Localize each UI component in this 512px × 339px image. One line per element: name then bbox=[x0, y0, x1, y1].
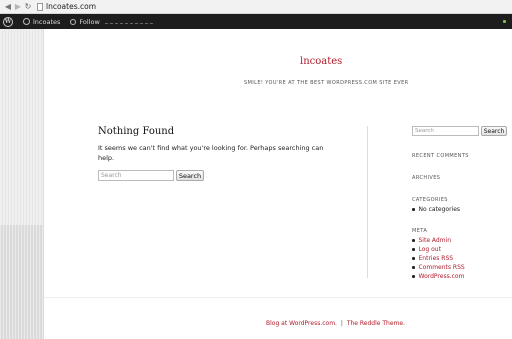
sidebar-search-input[interactable]: Search bbox=[412, 126, 479, 136]
globe-icon bbox=[23, 18, 30, 25]
meta-link-comments-rss[interactable]: Comments RSS bbox=[412, 263, 465, 272]
main-search-input[interactable]: Search bbox=[98, 170, 174, 181]
main-search-form: Search Search bbox=[98, 170, 204, 181]
browser-toolbar: ◀ ▶ ↻ lncoates.com bbox=[0, 0, 512, 14]
main-search-placeholder: Search bbox=[101, 172, 122, 179]
bullet-icon bbox=[412, 239, 415, 242]
left-background-panel bbox=[0, 29, 44, 339]
forward-arrow-icon[interactable]: ▶ bbox=[13, 1, 23, 13]
status-indicator bbox=[503, 20, 506, 23]
category-item: No categories bbox=[412, 205, 460, 214]
meta-link-label[interactable]: WordPress.com bbox=[419, 272, 465, 281]
sidebar-search-placeholder: Search bbox=[415, 128, 434, 134]
adminbar-decoration bbox=[104, 22, 153, 24]
meta-link-label[interactable]: Comments RSS bbox=[419, 263, 465, 272]
site-footer: Blog at WordPress.com. | The Reddle Them… bbox=[266, 320, 405, 327]
address-bar[interactable]: lncoates.com bbox=[37, 1, 96, 12]
adminbar-site-link[interactable]: lncoates bbox=[23, 18, 60, 26]
meta-link-label[interactable]: Log out bbox=[419, 245, 441, 254]
sidebar-search-button[interactable]: Search bbox=[481, 126, 507, 136]
meta-link-label[interactable]: Entries RSS bbox=[419, 254, 454, 263]
recent-comments-heading: RECENT COMMENTS bbox=[412, 153, 469, 159]
follow-button[interactable]: Follow bbox=[70, 17, 100, 26]
page-icon bbox=[37, 2, 43, 11]
main-search-button[interactable]: Search bbox=[176, 170, 204, 181]
follow-icon bbox=[70, 18, 77, 25]
footer-divider bbox=[44, 297, 512, 298]
bullet-icon bbox=[412, 266, 415, 269]
meta-link-log-out[interactable]: Log out bbox=[412, 245, 465, 254]
category-label: No categories bbox=[418, 206, 461, 213]
site-description: SMILE! YOU'RE AT THE BEST WORDPRESS.COM … bbox=[244, 80, 409, 86]
meta-link-entries-rss[interactable]: Entries RSS bbox=[412, 254, 465, 263]
wp-admin-bar: W lncoates Follow bbox=[0, 14, 512, 29]
categories-heading: CATEGORIES bbox=[412, 197, 448, 203]
not-found-message: It seems we can't find what you're looki… bbox=[98, 144, 324, 162]
left-panel-pattern bbox=[0, 225, 44, 339]
categories-list: No categories bbox=[412, 205, 460, 214]
footer-wordpress-link[interactable]: Blog at WordPress.com. bbox=[266, 320, 337, 327]
reload-icon[interactable]: ↻ bbox=[23, 1, 33, 13]
meta-links-list: Site Admin Log out Entries RSS Comments … bbox=[412, 236, 465, 281]
page-title: Nothing Found bbox=[98, 126, 175, 137]
meta-heading: META bbox=[412, 228, 428, 234]
follow-label: Follow bbox=[79, 17, 100, 26]
sidebar-search-form: Search Search bbox=[412, 126, 507, 136]
site-title[interactable]: lncoates bbox=[300, 56, 342, 67]
content-divider bbox=[367, 126, 368, 278]
url-text[interactable]: lncoates.com bbox=[46, 2, 96, 11]
wordpress-logo-icon[interactable]: W bbox=[3, 16, 13, 27]
archives-heading: ARCHIVES bbox=[412, 175, 441, 181]
footer-theme-link[interactable]: The Reddle Theme. bbox=[347, 320, 405, 327]
bullet-icon bbox=[412, 208, 415, 211]
adminbar-site-name: lncoates bbox=[33, 17, 61, 26]
bullet-icon bbox=[412, 248, 415, 251]
bullet-icon bbox=[412, 257, 415, 260]
back-arrow-icon[interactable]: ◀ bbox=[3, 1, 13, 13]
bullet-icon bbox=[412, 275, 415, 278]
meta-link-site-admin[interactable]: Site Admin bbox=[412, 236, 465, 245]
footer-separator: | bbox=[340, 320, 343, 327]
meta-link-wordpress[interactable]: WordPress.com bbox=[412, 272, 465, 281]
meta-link-label[interactable]: Site Admin bbox=[419, 236, 452, 245]
